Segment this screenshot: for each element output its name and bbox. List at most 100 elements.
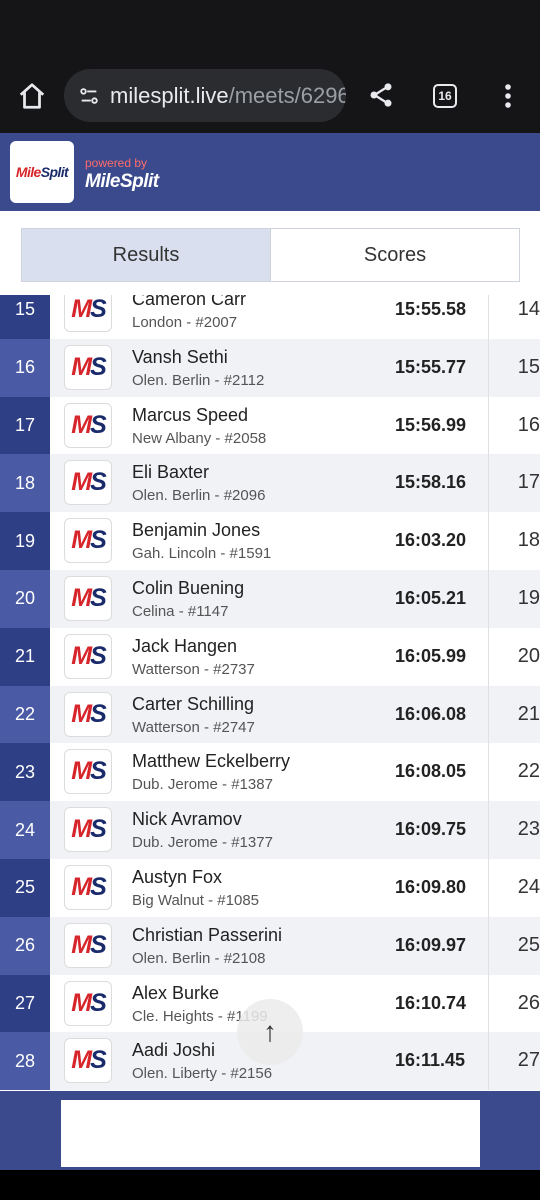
result-row[interactable]: 18 M S Eli Baxter Olen. Berlin - #2096 15:58.… bbox=[0, 454, 540, 513]
logo-m: M bbox=[71, 699, 92, 728]
athlete-name[interactable]: Nick Avramov bbox=[132, 809, 242, 830]
athlete-name[interactable]: Eli Baxter bbox=[132, 462, 209, 483]
team-score: 24 bbox=[517, 875, 540, 898]
score-divider bbox=[488, 454, 489, 513]
athlete-name[interactable]: Jack Hangen bbox=[132, 636, 237, 657]
result-row[interactable]: 15 M S Cameron Carr London - #2007 15:55.58 14 bbox=[0, 295, 540, 339]
finish-time: 16:10.74 bbox=[395, 992, 467, 1013]
athlete-team: New Albany - #2058 bbox=[132, 429, 267, 447]
score-divider bbox=[488, 569, 489, 628]
results-list[interactable]: 15 M S Cameron Carr London - #2007 15:55.58 14… bbox=[0, 295, 540, 1091]
finish-time: 16:09.75 bbox=[395, 819, 467, 840]
result-row[interactable]: 26 M S Christian Passerini Olen. Berlin - #2… bbox=[0, 916, 540, 975]
finish-time: 16:05.21 bbox=[395, 587, 467, 608]
result-row[interactable]: 23 M S Matthew Eckelberry Dub. Jerome - #138… bbox=[0, 743, 540, 802]
team-score: 27 bbox=[517, 1049, 540, 1072]
logo-m: M bbox=[71, 295, 92, 323]
address-bar[interactable]: milesplit.live/meets/6296 bbox=[64, 69, 346, 122]
home-icon[interactable] bbox=[16, 80, 48, 112]
athlete-name[interactable]: Vansh Sethi bbox=[132, 347, 228, 368]
logo-s: S bbox=[90, 641, 107, 670]
athlete-name[interactable]: Colin Buening bbox=[132, 578, 244, 599]
score-divider bbox=[488, 743, 489, 802]
logo-m: M bbox=[71, 815, 92, 844]
finish-time: 16:05.99 bbox=[395, 645, 467, 666]
logo-s: S bbox=[90, 988, 107, 1017]
team-logo: MS bbox=[64, 1038, 112, 1084]
result-row[interactable]: 25 M S Austyn Fox Big Walnut - #1085 16:09.80… bbox=[0, 858, 540, 917]
share-icon[interactable] bbox=[366, 80, 396, 110]
athlete-name[interactable]: Aadi Joshi bbox=[132, 1040, 215, 1061]
athlete-name[interactable]: Benjamin Jones bbox=[132, 520, 260, 541]
team-logo: MS bbox=[64, 344, 112, 390]
result-row[interactable]: 22 M S Carter Schilling Watterson - #2747 16:… bbox=[0, 685, 540, 744]
team-logo: MS bbox=[64, 807, 112, 853]
result-cell: M S Carter Schilling Watterson - #2747 16:06… bbox=[50, 685, 540, 744]
athlete-team: London - #2007 bbox=[132, 314, 238, 331]
athlete-name[interactable]: Carter Schilling bbox=[132, 694, 254, 715]
place-number: 28 bbox=[0, 1032, 50, 1091]
athlete-team: Dub. Jerome - #1377 bbox=[132, 834, 273, 852]
finish-time: 16:03.20 bbox=[395, 530, 467, 551]
score-divider bbox=[488, 858, 489, 917]
team-score: 21 bbox=[517, 702, 540, 725]
team-logo: MS bbox=[64, 295, 112, 332]
tab-switcher-button[interactable]: 16 bbox=[433, 84, 457, 108]
result-cell: M S Vansh Sethi Olen. Berlin - #2112 15:55.7… bbox=[50, 338, 540, 397]
score-divider bbox=[488, 512, 489, 570]
logo-s: S bbox=[90, 295, 107, 323]
place-number: 27 bbox=[0, 974, 50, 1033]
team-logo: MS bbox=[64, 864, 112, 910]
athlete-team: Watterson - #2737 bbox=[132, 660, 255, 678]
score-divider bbox=[488, 801, 489, 859]
logo-s: S bbox=[90, 583, 107, 612]
finish-time: 16:09.80 bbox=[395, 876, 467, 897]
navigation-bar bbox=[0, 1170, 540, 1200]
result-row[interactable]: 24 M S Nick Avramov Dub. Jerome - #1377 16:09… bbox=[0, 801, 540, 859]
finish-time: 16:06.08 bbox=[395, 703, 467, 724]
tab-results[interactable]: Results bbox=[22, 229, 270, 281]
logo-s: S bbox=[90, 526, 107, 555]
result-row[interactable]: 16 M S Vansh Sethi Olen. Berlin - #2112 15:55… bbox=[0, 338, 540, 397]
score-divider bbox=[488, 974, 489, 1033]
result-row[interactable]: 17 M S Marcus Speed New Albany - #2058 15:56.… bbox=[0, 396, 540, 455]
ad-banner[interactable] bbox=[61, 1100, 480, 1167]
athlete-name[interactable]: Cameron Carr bbox=[132, 295, 246, 310]
result-cell: M S Christian Passerini Olen. Berlin - #210… bbox=[50, 916, 540, 975]
result-row[interactable]: 20 M S Colin Buening Celina - #1147 16:05.21 1… bbox=[0, 569, 540, 628]
site-settings-icon[interactable] bbox=[78, 85, 100, 107]
athlete-team: Celina - #1147 bbox=[132, 602, 229, 620]
logo-s: S bbox=[90, 468, 107, 497]
team-score: 23 bbox=[517, 818, 540, 841]
team-logo: MS bbox=[64, 575, 112, 621]
logo-m: M bbox=[71, 872, 92, 901]
athlete-team: Watterson - #2747 bbox=[132, 718, 255, 736]
more-menu-icon[interactable] bbox=[498, 80, 518, 112]
team-logo: MS bbox=[64, 691, 112, 737]
result-cell: M S Cameron Carr London - #2007 15:55.58 14 bbox=[50, 295, 540, 339]
place-number: 21 bbox=[0, 627, 50, 686]
team-score: 19 bbox=[517, 586, 540, 609]
logo-text: MileSplit bbox=[15, 164, 69, 180]
logo-s: S bbox=[90, 930, 107, 959]
athlete-team: Olen. Berlin - #2112 bbox=[132, 371, 265, 389]
score-divider bbox=[488, 916, 489, 975]
result-row[interactable]: 21 M S Jack Hangen Watterson - #2737 16:05.99… bbox=[0, 627, 540, 686]
logo-m: M bbox=[71, 1046, 92, 1075]
milesplit-logo[interactable]: MileSplit bbox=[10, 141, 74, 203]
athlete-name[interactable]: Matthew Eckelberry bbox=[132, 751, 290, 772]
powered-by-label: powered by bbox=[85, 156, 148, 170]
athlete-name[interactable]: Austyn Fox bbox=[132, 867, 222, 888]
logo-m: M bbox=[71, 352, 92, 381]
status-bar bbox=[0, 0, 540, 58]
athlete-name[interactable]: Christian Passerini bbox=[132, 925, 282, 946]
tab-scores[interactable]: Scores bbox=[270, 229, 519, 281]
place-number: 19 bbox=[0, 512, 50, 570]
athlete-name[interactable]: Marcus Speed bbox=[132, 405, 248, 426]
score-divider bbox=[488, 338, 489, 397]
logo-s: S bbox=[90, 352, 107, 381]
results-rows: 15 M S Cameron Carr London - #2007 15:55.58 14… bbox=[0, 295, 540, 1091]
result-row[interactable]: 19 M S Benjamin Jones Gah. Lincoln - #1591 16… bbox=[0, 512, 540, 570]
athlete-name[interactable]: Alex Burke bbox=[132, 983, 219, 1004]
scroll-to-top-button[interactable]: ↑ bbox=[237, 999, 303, 1065]
